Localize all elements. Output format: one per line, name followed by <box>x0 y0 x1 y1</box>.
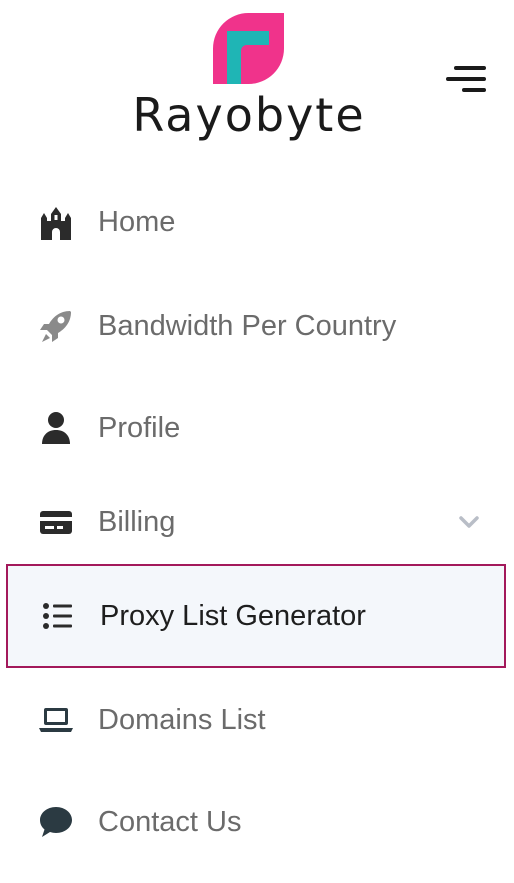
sidebar-item-proxy-list-generator[interactable]: Proxy List Generator <box>6 564 506 668</box>
castle-icon <box>38 204 74 240</box>
sidebar-item-label: Contact Us <box>98 805 242 838</box>
sidebar-item-home[interactable]: Home <box>6 170 506 274</box>
sidebar-item-label: Domains List <box>98 703 266 736</box>
sidebar-item-billing[interactable]: Billing <box>6 470 506 574</box>
rocket-icon <box>38 308 74 344</box>
sidebar-item-label: Proxy List Generator <box>100 599 366 632</box>
sidebar-item-domains-list[interactable]: Domains List <box>6 668 506 772</box>
hamburger-menu-icon[interactable] <box>444 62 490 98</box>
sidebar: Rayobyte Home Bandwidth Per Country Prof… <box>0 0 514 883</box>
user-icon <box>38 410 74 446</box>
sidebar-item-profile[interactable]: Profile <box>6 376 506 480</box>
sidebar-item-label: Billing <box>98 505 176 538</box>
sidebar-item-label: Profile <box>98 411 181 444</box>
credit-card-icon <box>38 504 74 540</box>
sidebar-item-label: Bandwidth Per Country <box>98 309 397 342</box>
sidebar-item-contact-us[interactable]: Contact Us <box>6 770 506 874</box>
brand-header: Rayobyte <box>0 0 514 160</box>
list-icon <box>40 598 76 634</box>
chat-bubble-icon <box>38 804 74 840</box>
chevron-down-icon[interactable] <box>458 511 480 533</box>
brand-name[interactable]: Rayobyte <box>0 88 498 142</box>
laptop-icon <box>38 702 74 738</box>
sidebar-item-label: Home <box>98 205 176 238</box>
sidebar-item-bandwidth-per-country[interactable]: Bandwidth Per Country <box>6 274 506 378</box>
rayobyte-logo-icon[interactable] <box>213 13 284 84</box>
